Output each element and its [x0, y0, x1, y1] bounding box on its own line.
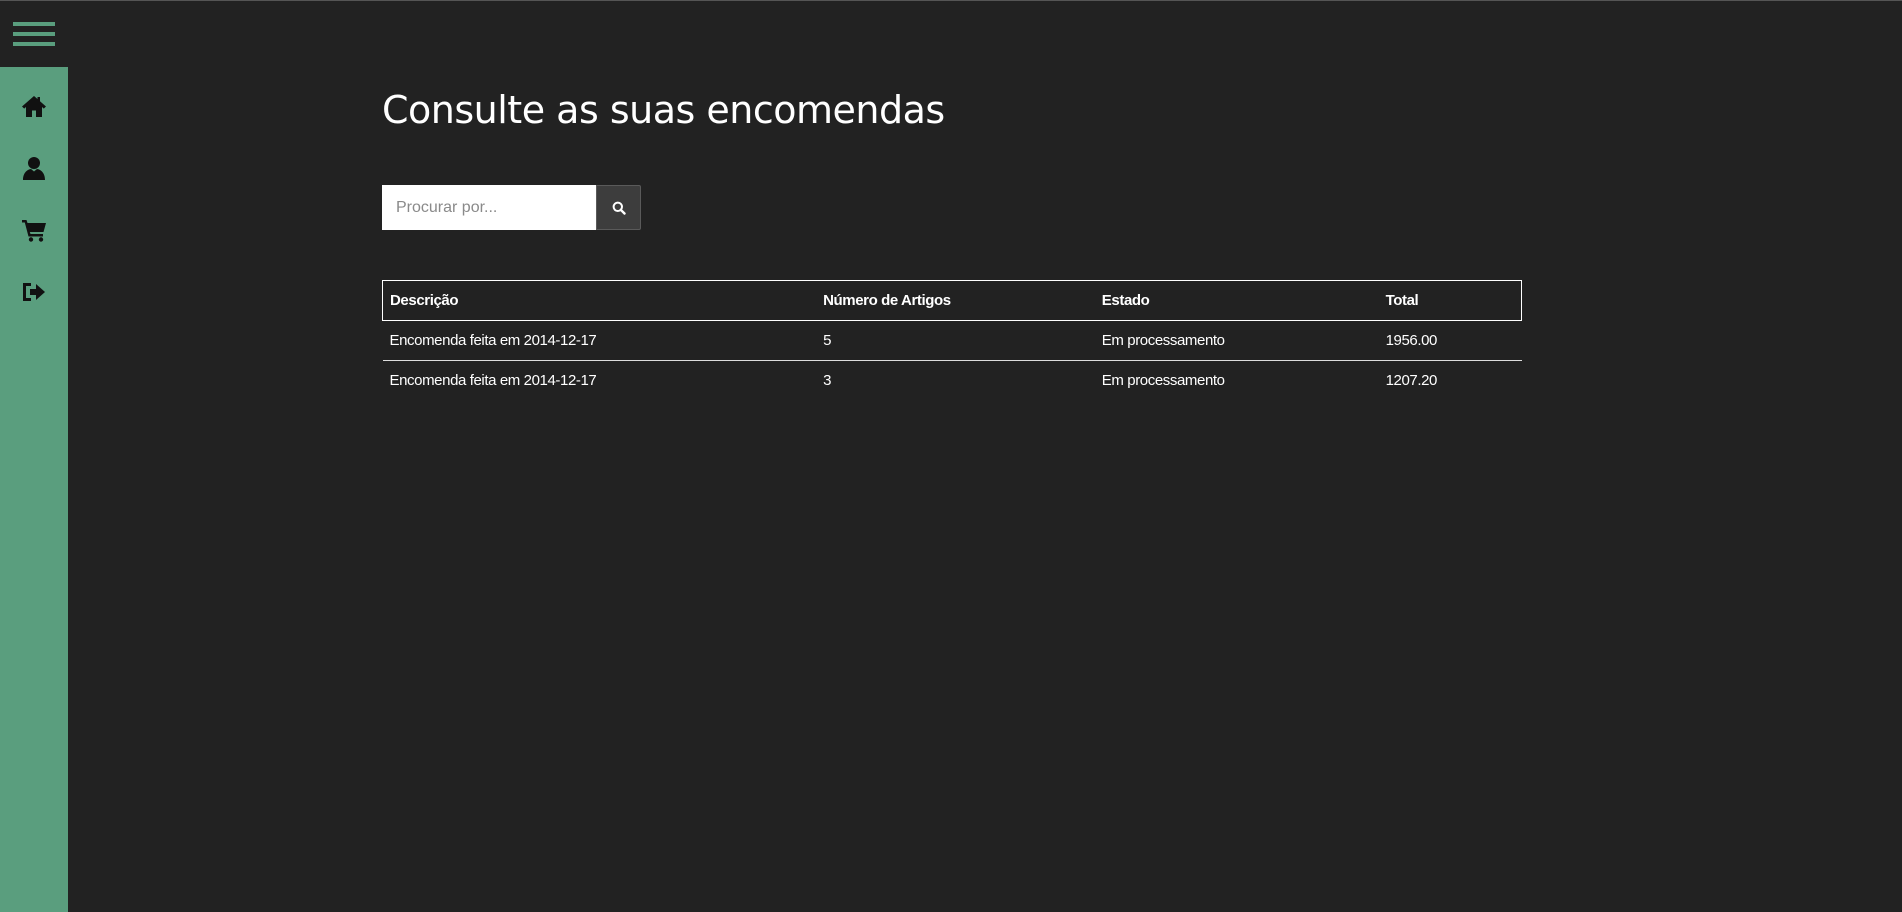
user-icon	[23, 157, 45, 180]
search-icon	[612, 201, 626, 215]
header-total[interactable]: Total	[1378, 280, 1522, 321]
sidebar-item-cart[interactable]	[0, 210, 68, 250]
search-button[interactable]	[596, 185, 641, 230]
cell-item-count: 3	[823, 372, 832, 390]
sign-out-icon	[23, 283, 45, 301]
cell-description: Encomenda feita em 2014-12-17	[389, 372, 597, 390]
cell-item-count: 5	[816, 320, 1095, 361]
home-icon	[22, 96, 46, 117]
sidebar-item-account[interactable]	[0, 148, 68, 188]
search-bar	[382, 185, 641, 230]
cell-total: 1207.20	[1385, 372, 1438, 390]
table-row[interactable]: Encomenda feita em 2014-12-17 5 Em proce…	[382, 320, 1522, 361]
top-border	[0, 0, 1902, 1]
hamburger-icon	[13, 22, 55, 46]
search-input[interactable]	[382, 185, 596, 230]
table-row[interactable]: Encomenda feita em 2014-12-17 3 Em proce…	[383, 361, 1522, 401]
cell-status: Em processamento	[1101, 372, 1225, 390]
cell-total: 1956.00	[1378, 320, 1522, 361]
page-title: Consulte as suas encomendas	[382, 88, 945, 132]
header-status[interactable]: Estado	[1094, 280, 1379, 321]
menu-toggle-button[interactable]	[0, 1, 68, 67]
header-description[interactable]: Descrição	[382, 280, 817, 321]
header-item-count[interactable]: Número de Artigos	[816, 280, 1095, 321]
sidebar-item-home[interactable]	[0, 86, 68, 126]
table-header-row: Descrição Número de Artigos Estado Total	[382, 280, 1522, 321]
shopping-cart-icon	[22, 220, 46, 242]
cell-description: Encomenda feita em 2014-12-17	[382, 320, 817, 361]
sidebar	[0, 67, 68, 912]
cell-status: Em processamento	[1094, 320, 1379, 361]
orders-table: Descrição Número de Artigos Estado Total…	[382, 280, 1522, 401]
sidebar-item-logout[interactable]	[0, 272, 68, 312]
